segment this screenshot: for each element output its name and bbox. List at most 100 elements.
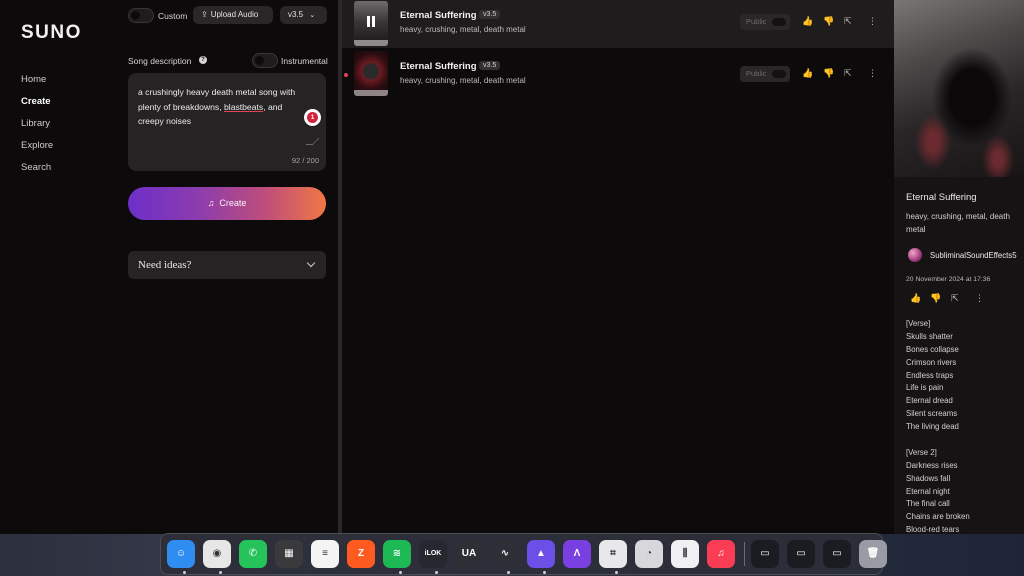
- thumbs-up-icon[interactable]: 👍: [802, 68, 813, 79]
- thumbs-up-icon[interactable]: 👍: [802, 16, 813, 27]
- thumbs-down-icon[interactable]: 👎: [930, 293, 941, 304]
- song-title[interactable]: Eternal Suffering: [400, 61, 477, 72]
- upload-icon: ⇪: [201, 10, 208, 19]
- song-description-label: Song description: [128, 56, 192, 66]
- new-indicator-dot: [344, 73, 348, 77]
- running-indicator: [615, 571, 618, 574]
- song-version-badge: v3.5: [479, 10, 501, 19]
- suno-logo[interactable]: SUNO: [21, 22, 82, 44]
- lyric-line: The living dead: [906, 422, 959, 432]
- lyric-line: Darkness rises: [906, 460, 958, 470]
- song-cover-art[interactable]: [894, 0, 1024, 177]
- mixer-icon[interactable]: ⫼: [671, 540, 699, 568]
- grammar-suggestion-badge[interactable]: 1: [304, 109, 321, 126]
- chevron-down-icon: ⌄: [309, 12, 316, 19]
- music-icon[interactable]: ♫: [707, 540, 735, 568]
- share-icon[interactable]: ⇱: [844, 68, 852, 79]
- custom-label: Custom: [158, 11, 188, 21]
- need-ideas-dropdown[interactable]: Need ideas?: [128, 251, 326, 279]
- lyric-line: Chains are broken: [906, 512, 970, 522]
- waveform-app-icon[interactable]: ∿: [491, 540, 519, 568]
- avatar[interactable]: [908, 248, 922, 262]
- lyric-line: Endless traps: [906, 370, 954, 380]
- misspelled-word[interactable]: blastbeats: [224, 102, 263, 112]
- song-row[interactable]: Eternal Suffering v3.5 heavy, crushing, …: [342, 50, 894, 98]
- song-row[interactable]: Eternal Suffering v3.5 heavy, crushing, …: [342, 0, 894, 48]
- chrome-icon[interactable]: ◉: [203, 540, 231, 568]
- lyric-line: Life is pain: [906, 383, 944, 393]
- song-tags: heavy, crushing, metal, death metal: [400, 76, 526, 85]
- universal-audio-icon[interactable]: UA: [455, 540, 483, 568]
- grammar-count: 1: [307, 112, 318, 123]
- detail-username[interactable]: SubliminalSoundEffects5: [930, 251, 1017, 260]
- arc-blue-icon[interactable]: ▲: [527, 540, 555, 568]
- share-icon[interactable]: ⇱: [844, 16, 852, 27]
- recent-window-3-icon[interactable]: ▭: [823, 540, 851, 568]
- instrumental-toggle[interactable]: [252, 53, 278, 68]
- whatsapp-icon[interactable]: ✆: [239, 540, 267, 568]
- recent-window-2-icon[interactable]: ▭: [787, 540, 815, 568]
- zapier-icon[interactable]: Z: [347, 540, 375, 568]
- public-toggle[interactable]: Public: [740, 14, 790, 30]
- version-select[interactable]: v3.5 ⌄: [280, 6, 327, 24]
- resize-handle[interactable]: [305, 138, 320, 145]
- upload-audio-button[interactable]: ⇪ Upload Audio: [193, 6, 273, 24]
- ilok-icon[interactable]: iLOK: [419, 540, 447, 568]
- song-detail-panel: Eternal Suffering heavy, crushing, metal…: [894, 0, 1024, 534]
- running-indicator: [219, 571, 222, 574]
- song-cover[interactable]: [354, 51, 388, 96]
- song-description-input[interactable]: a crushingly heavy death metal song with…: [128, 73, 326, 171]
- thumbs-up-icon[interactable]: 👍: [910, 293, 921, 304]
- running-indicator: [543, 571, 546, 574]
- lyric-line: Crimson rivers: [906, 357, 957, 367]
- calculator-icon[interactable]: ▦: [275, 540, 303, 568]
- lyrics: [Verse] Skulls shatter Bones collapse Cr…: [906, 319, 970, 534]
- spotify-icon[interactable]: ≋: [383, 540, 411, 568]
- detail-tags: heavy, crushing, metal, death metal: [906, 212, 1010, 234]
- create-button[interactable]: ♫ Create: [128, 187, 326, 220]
- nav-list: Home Create Library Explore Search: [21, 74, 53, 184]
- more-options-icon[interactable]: ⋮: [975, 293, 984, 304]
- lyric-line: The final call: [906, 499, 950, 509]
- shifter-icon[interactable]: ⌗: [599, 540, 627, 568]
- gauge-icon[interactable]: ◔: [635, 540, 663, 568]
- running-indicator: [435, 571, 438, 574]
- lyric-line: Shadows fall: [906, 473, 951, 483]
- pause-icon[interactable]: [366, 16, 376, 27]
- notes-icon[interactable]: ≡: [311, 540, 339, 568]
- song-description-text[interactable]: a crushingly heavy death metal song with…: [138, 85, 310, 129]
- lyric-line: Eternal night: [906, 486, 950, 496]
- thumbs-down-icon[interactable]: 👎: [823, 16, 834, 27]
- nav-search[interactable]: Search: [21, 162, 53, 184]
- version-label: v3.5: [288, 10, 304, 19]
- upload-audio-label: Upload Audio: [210, 10, 259, 19]
- nav-library[interactable]: Library: [21, 118, 53, 140]
- nav-create[interactable]: Create: [21, 96, 53, 118]
- song-title[interactable]: Eternal Suffering: [400, 10, 477, 21]
- music-note-icon: ♫: [207, 198, 215, 208]
- chevron-down-icon: [306, 258, 316, 268]
- arc-purple-icon[interactable]: Λ: [563, 540, 591, 568]
- running-indicator: [183, 571, 186, 574]
- more-options-icon[interactable]: ⋮: [868, 16, 877, 27]
- lyric-line: [Verse]: [906, 319, 931, 328]
- help-icon[interactable]: ?: [199, 56, 207, 64]
- public-toggle[interactable]: Public: [740, 66, 790, 82]
- song-cover[interactable]: [354, 1, 388, 46]
- thumbs-down-icon[interactable]: 👎: [823, 68, 834, 79]
- dock-separator: [744, 542, 745, 566]
- nav-home[interactable]: Home: [21, 74, 53, 96]
- create-panel: Custom ⇪ Upload Audio v3.5 ⌄ Song descrip…: [118, 0, 338, 534]
- trash-icon[interactable]: 🗑: [859, 540, 887, 568]
- need-ideas-label: Need ideas?: [138, 259, 192, 271]
- lyric-line: Blood-red tears: [906, 525, 960, 534]
- share-icon[interactable]: ⇱: [951, 293, 959, 304]
- custom-toggle[interactable]: [128, 8, 154, 23]
- sidebar-nav: SUNO Home Create Library Explore Search: [0, 0, 118, 534]
- character-counter: 92 / 200: [291, 156, 319, 165]
- finder-icon[interactable]: ☺: [167, 540, 195, 568]
- recent-window-1-icon[interactable]: ▭: [751, 540, 779, 568]
- nav-explore[interactable]: Explore: [21, 140, 53, 162]
- more-options-icon[interactable]: ⋮: [868, 68, 877, 79]
- lyric-line: Bones collapse: [906, 344, 959, 354]
